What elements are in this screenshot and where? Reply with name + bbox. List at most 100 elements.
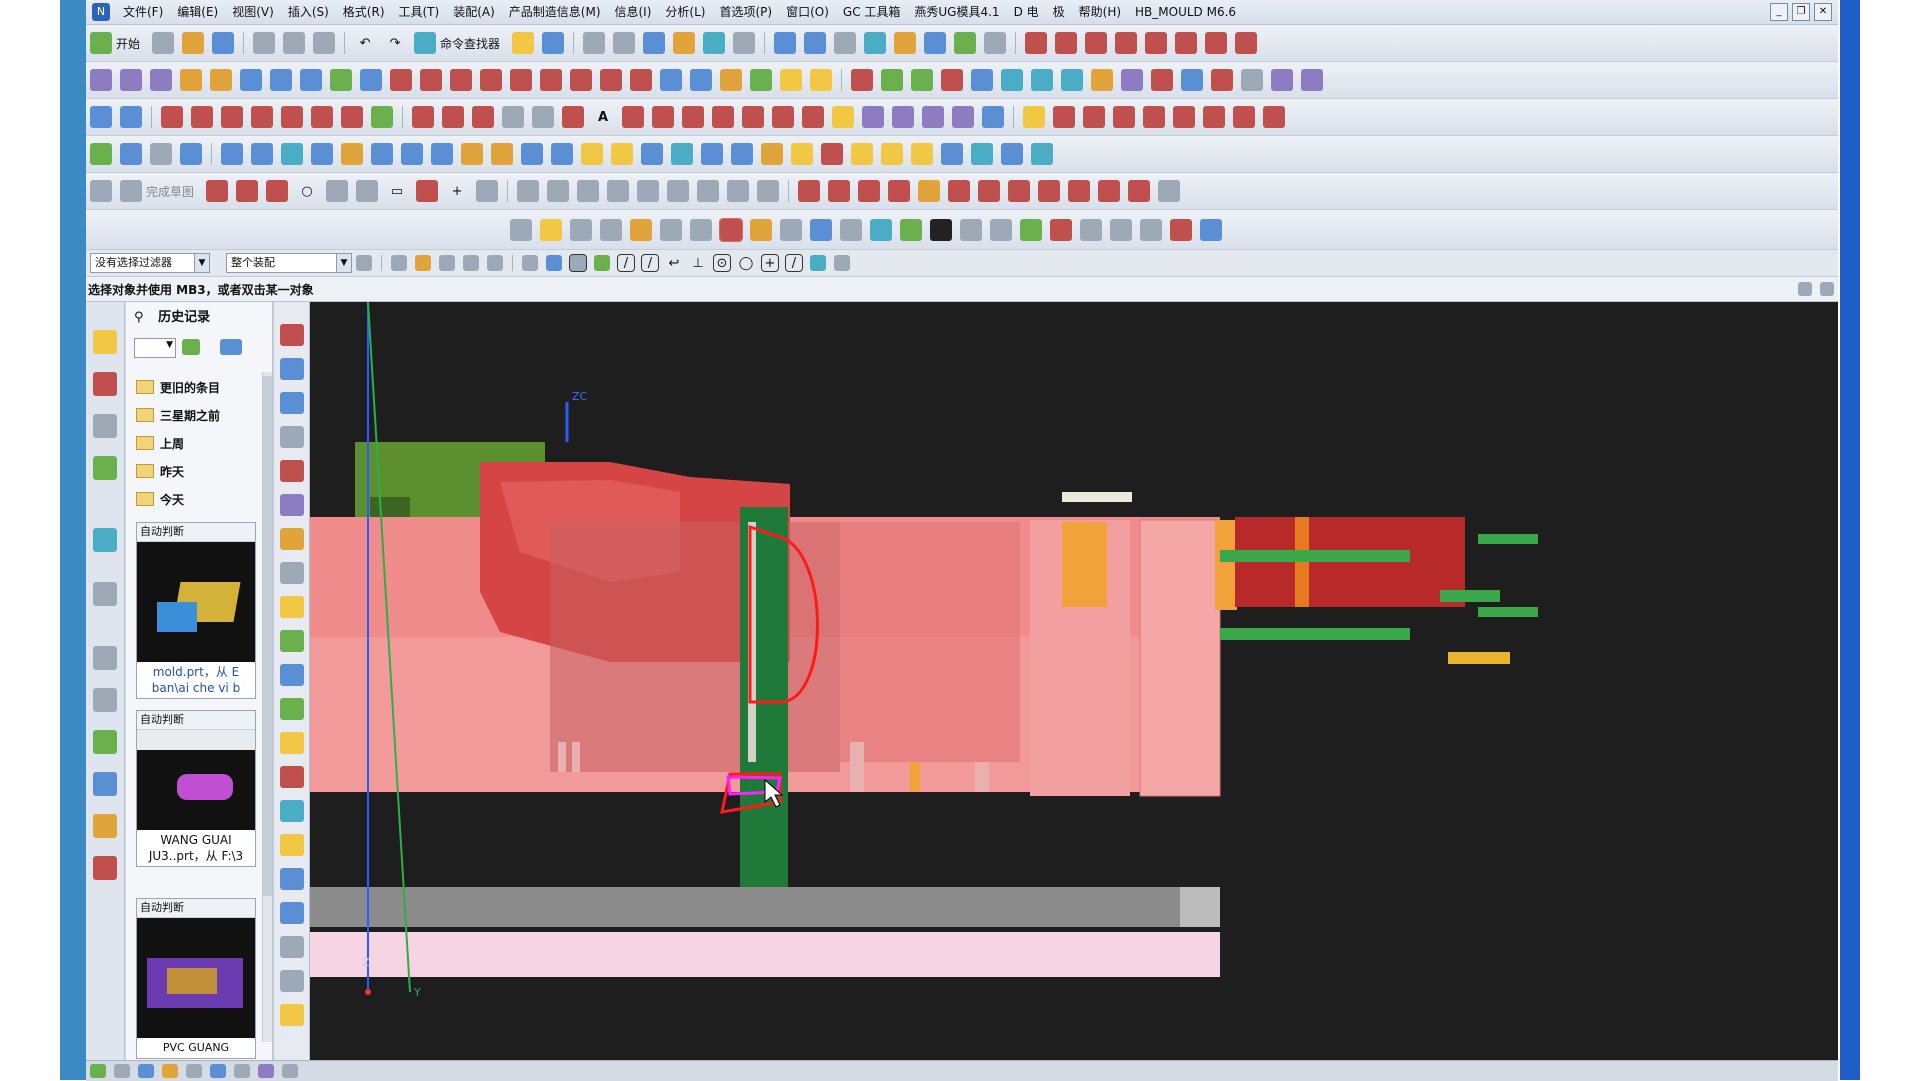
folder-older-items[interactable]: 更旧的条目: [136, 376, 266, 398]
yx-cylinder-icon[interactable]: [1170, 218, 1192, 241]
yx-section-icon[interactable]: [690, 218, 712, 241]
circle-icon[interactable]: [472, 106, 494, 128]
menu-ji[interactable]: 极: [1046, 1, 1072, 23]
strip-tool-3-icon[interactable]: [280, 392, 304, 414]
menu-assembly[interactable]: 装配(A): [446, 1, 502, 23]
feature-filter-icon[interactable]: [415, 255, 431, 271]
drawing-icon[interactable]: [1151, 69, 1173, 91]
bottom-tool-2-icon[interactable]: [114, 1064, 130, 1078]
reset-filter-icon[interactable]: [356, 255, 372, 271]
menu-gc-toolbox[interactable]: GC 工具箱: [836, 1, 908, 23]
group-face-icon[interactable]: [660, 69, 682, 91]
snap-arc-icon[interactable]: ↩: [666, 255, 682, 271]
bounded-plane-icon[interactable]: [120, 69, 142, 91]
corner-icon[interactable]: [1145, 32, 1168, 54]
copy-face-icon[interactable]: [690, 69, 712, 91]
shrinkage-icon[interactable]: [180, 143, 202, 165]
edit-object-display-icon[interactable]: [894, 32, 917, 54]
menu-tools[interactable]: 工具(T): [392, 1, 447, 23]
quick-extend-icon[interactable]: [547, 180, 570, 202]
yx-tools-icon[interactable]: [719, 217, 743, 242]
bottom-tool-8-icon[interactable]: [258, 1064, 274, 1078]
yx-grid-icon[interactable]: [570, 218, 592, 241]
helix-icon[interactable]: [622, 106, 644, 128]
yx-report-icon[interactable]: [1200, 218, 1222, 241]
frame-icon[interactable]: [1031, 69, 1053, 91]
untrim-icon[interactable]: [1263, 106, 1285, 128]
mold-feature-8-icon[interactable]: [1008, 180, 1031, 202]
cavity-icon[interactable]: [671, 143, 693, 165]
point-icon[interactable]: [941, 69, 963, 91]
weld-icon[interactable]: [1301, 69, 1323, 91]
datum-plane-icon[interactable]: [90, 69, 112, 91]
yx-eye-icon[interactable]: [1140, 218, 1162, 241]
sketch-circle-icon[interactable]: ○: [296, 180, 318, 202]
chevron-down-icon[interactable]: ▼: [194, 254, 209, 272]
layer-settings-icon[interactable]: [834, 32, 857, 54]
cavity-layout-icon[interactable]: [251, 143, 273, 165]
snap-endpoint-icon[interactable]: [569, 254, 587, 272]
strip-tool-6-icon[interactable]: [280, 494, 304, 516]
view-style-dropdown[interactable]: ▼: [134, 338, 176, 358]
hole-icon[interactable]: [221, 106, 243, 128]
history-card[interactable]: 自动判断 PVC GUANG: [136, 898, 256, 1059]
trim-curve-icon[interactable]: [1055, 32, 1078, 54]
quick-trim-icon[interactable]: [517, 180, 540, 202]
yx-map-icon[interactable]: [990, 218, 1012, 241]
mold-feature-4-icon[interactable]: [888, 180, 911, 202]
layer-icon[interactable]: [911, 69, 933, 91]
constraint-navigator-icon[interactable]: [93, 372, 117, 396]
graphics-window[interactable]: ZC Z Y: [310, 302, 1838, 1060]
sew-icon[interactable]: [360, 69, 382, 91]
extension-surface-icon[interactable]: [270, 69, 292, 91]
pin-icon[interactable]: [1023, 106, 1045, 128]
sketch-arc-icon[interactable]: [266, 180, 289, 202]
sketch-fillet-icon[interactable]: [326, 180, 349, 202]
image-view-icon[interactable]: [220, 339, 242, 355]
zoom-icon[interactable]: [613, 32, 636, 54]
boss-icon[interactable]: [251, 106, 273, 128]
save-mold-icon[interactable]: [911, 143, 933, 165]
select-icon[interactable]: [542, 32, 565, 54]
trim-edge-icon[interactable]: [1233, 106, 1255, 128]
orient-view-icon[interactable]: [673, 32, 696, 54]
restore-icon[interactable]: ❐: [1792, 3, 1810, 21]
new-file-icon[interactable]: [152, 32, 175, 54]
unused-parts-icon[interactable]: [821, 143, 843, 165]
folder-yesterday[interactable]: 昨天: [136, 460, 266, 482]
mold-feature-2-icon[interactable]: [828, 180, 851, 202]
body-select-icon[interactable]: [522, 255, 538, 271]
simplify-curve-icon[interactable]: [802, 106, 824, 128]
delete-face-icon[interactable]: [450, 69, 472, 91]
history-icon[interactable]: [93, 646, 117, 670]
snap-midpoint-icon[interactable]: [594, 255, 610, 271]
standard-part-icon[interactable]: [401, 143, 423, 165]
mirror-face-icon[interactable]: [750, 69, 772, 91]
bottom-tool-3-icon[interactable]: [138, 1064, 154, 1078]
fillet-curve-icon[interactable]: [1115, 32, 1138, 54]
yx-frame-icon[interactable]: [960, 218, 982, 241]
profile-icon[interactable]: [206, 180, 229, 202]
system-materials-icon[interactable]: [93, 688, 117, 712]
menu-yanxiu-mold[interactable]: 燕秀UG模具4.1: [907, 1, 1006, 23]
mold-feature-3-icon[interactable]: [858, 180, 881, 202]
move-object-icon[interactable]: [804, 32, 827, 54]
draft-icon[interactable]: [1143, 106, 1165, 128]
pattern-sketch-icon[interactable]: [667, 180, 690, 202]
isoparametric-icon[interactable]: [862, 106, 884, 128]
ruled-surface-icon[interactable]: [240, 69, 262, 91]
menu-pmi[interactable]: 产品制造信息(M): [502, 1, 608, 23]
measure-distance-icon[interactable]: [984, 32, 1007, 54]
shield-icon[interactable]: [1211, 69, 1233, 91]
arc-icon[interactable]: [442, 106, 464, 128]
resize-blend-icon[interactable]: [510, 69, 532, 91]
pin-icon[interactable]: ⚲: [134, 310, 144, 325]
view-manager-icon[interactable]: [791, 143, 813, 165]
yx-sprue-icon[interactable]: [1050, 218, 1072, 241]
snap-point-icon[interactable]: +: [761, 254, 779, 272]
process-studio-icon[interactable]: [93, 730, 117, 754]
slider-lifter-icon[interactable]: [461, 143, 483, 165]
bottom-tool-5-icon[interactable]: [186, 1064, 202, 1078]
point-set-icon[interactable]: [562, 106, 584, 128]
snap-perpendicular-icon[interactable]: ⊥: [690, 255, 706, 271]
